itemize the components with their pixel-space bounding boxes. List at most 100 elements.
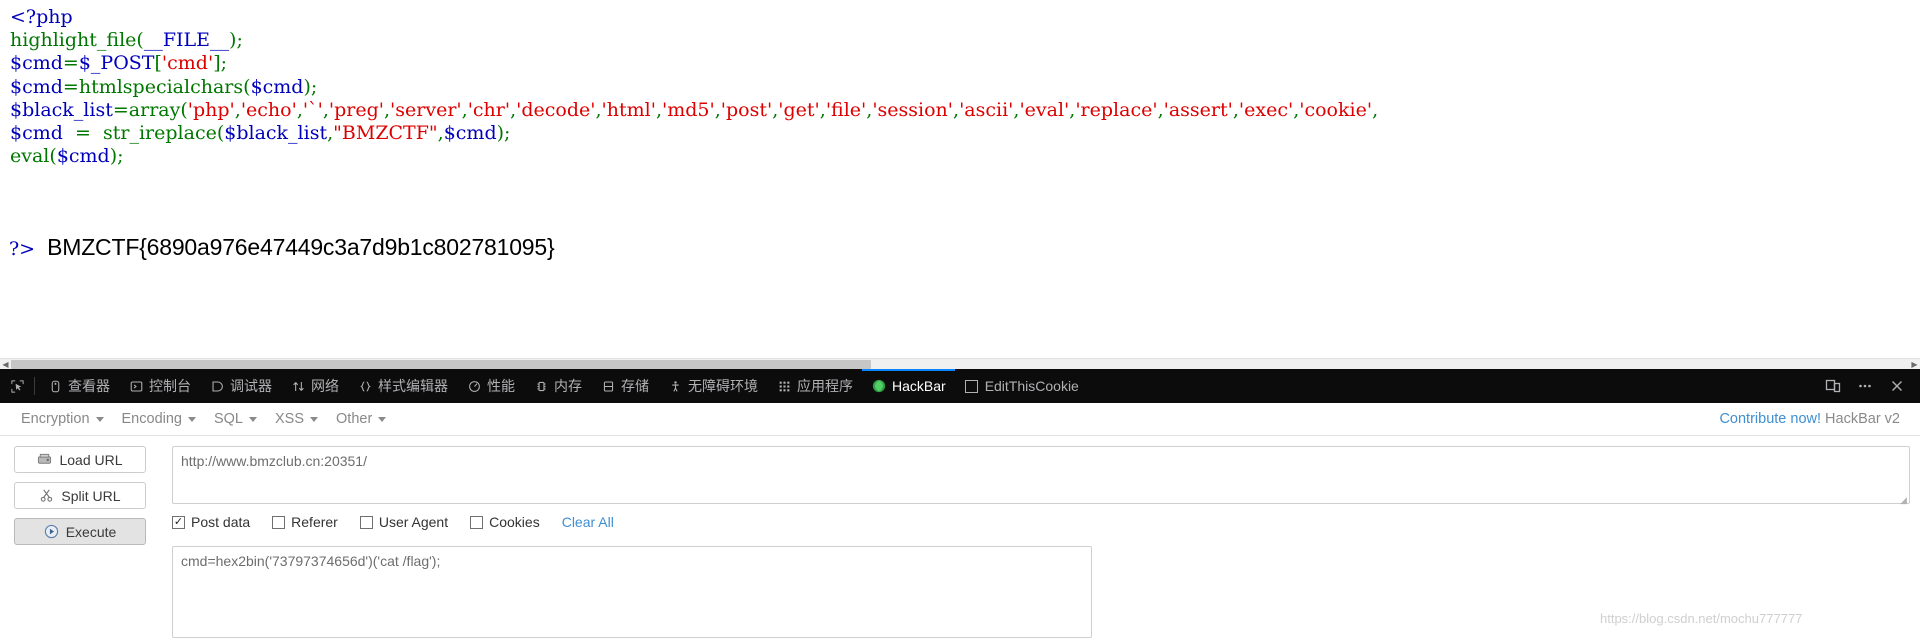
code-token: $_POST — [78, 52, 155, 75]
tab-editthiscookie[interactable]: EditThisCookie — [955, 369, 1088, 403]
toolbar-divider — [34, 377, 35, 395]
tab-performance[interactable]: 性能 — [457, 369, 524, 403]
code-token: ( — [49, 145, 57, 168]
tab-label: 调试器 — [230, 378, 272, 394]
menu-label: Encoding — [121, 411, 182, 427]
menu-sql[interactable]: SQL — [205, 408, 266, 430]
tab-hackbar[interactable]: HackBar — [862, 369, 955, 403]
code-token: $cmd — [56, 145, 110, 168]
code-token: eval — [10, 145, 50, 168]
code-token: ; — [117, 145, 124, 168]
code-token: 'php' — [187, 98, 235, 121]
code-token: 'get' — [778, 98, 820, 121]
tab-label: 内存 — [554, 378, 582, 394]
option-label: Cookies — [489, 514, 540, 530]
code-token: $cmd — [10, 122, 63, 145]
scroll-right-arrow-icon[interactable]: ▶ — [1909, 359, 1920, 369]
code-line: eval($cmd); — [10, 145, 1378, 168]
option-post-data[interactable]: ✓ Post data — [172, 514, 250, 530]
php-close-tag: ?> — [9, 238, 36, 260]
scroll-left-arrow-icon[interactable]: ◀ — [0, 359, 11, 369]
tab-console[interactable]: 控制台 — [119, 369, 200, 403]
tab-application[interactable]: 应用程序 — [767, 369, 862, 403]
tab-label: 性能 — [487, 378, 515, 394]
scrollbar-thumb[interactable] — [11, 360, 871, 369]
code-token: 'eval' — [1019, 98, 1070, 121]
load-url-button[interactable]: Load URL — [14, 446, 146, 473]
url-input[interactable] — [172, 446, 1910, 504]
element-picker-icon — [10, 379, 24, 393]
url-resize-handle[interactable]: ◢ — [1900, 496, 1909, 505]
chevron-down-icon — [249, 416, 257, 422]
menu-other[interactable]: Other — [327, 408, 395, 430]
code-token: 'server' — [390, 98, 462, 121]
code-token: ) — [303, 75, 311, 98]
more-options-button[interactable] — [1850, 369, 1880, 403]
tab-style-editor[interactable]: 样式编辑器 — [348, 369, 457, 403]
code-token: 'echo' — [240, 98, 297, 121]
code-token: __FILE__ — [143, 29, 230, 52]
flag-text: BMZCTF{6890a976e47449c3a7d9b1c802781095} — [47, 234, 555, 260]
code-line: $cmd=htmlspecialchars($cmd); — [10, 76, 1378, 99]
tab-label: 样式编辑器 — [378, 378, 448, 394]
option-label: Post data — [191, 514, 251, 530]
chevron-down-icon — [95, 416, 104, 422]
code-token: $cmd — [443, 122, 497, 145]
contribute-link[interactable]: Contribute now! — [1719, 411, 1821, 427]
post-data-input[interactable] — [172, 546, 1092, 638]
referer-checkbox[interactable] — [272, 515, 286, 529]
code-token: 'preg' — [328, 98, 384, 121]
tab-inspector[interactable]: 查看器 — [38, 369, 119, 403]
responsive-design-mode-button[interactable] — [1818, 369, 1848, 403]
code-token: = — [62, 75, 79, 98]
close-devtools-button[interactable] — [1882, 369, 1912, 403]
option-referer[interactable]: Referer — [272, 514, 338, 530]
clear-all-link[interactable]: Clear All — [562, 514, 614, 530]
console-icon — [128, 378, 144, 394]
split-url-button[interactable]: Split URL — [14, 482, 146, 509]
tab-storage[interactable]: 存储 — [591, 369, 658, 403]
element-picker-button[interactable] — [0, 369, 34, 403]
accessibility-icon — [667, 378, 683, 394]
code-token: ( — [180, 98, 188, 121]
code-token: 'md5' — [662, 98, 715, 121]
code-token: 'post' — [720, 98, 773, 121]
hackbar-panel: Encryption Encoding SQL XSS Other Contri… — [0, 403, 1920, 643]
code-token: htmlspecialchars — [78, 75, 244, 98]
code-token: 'assert' — [1163, 98, 1233, 121]
code-token: ; — [504, 122, 511, 145]
option-label: User Agent — [378, 514, 449, 530]
option-user-agent[interactable]: User Agent — [359, 514, 449, 530]
play-icon — [44, 524, 60, 540]
post-data-checkbox[interactable]: ✓ — [172, 515, 185, 529]
user-agent-checkbox[interactable] — [359, 515, 373, 529]
page-horizontal-scrollbar[interactable]: ◀ ▶ — [0, 358, 1920, 369]
option-cookies[interactable]: Cookies — [470, 514, 540, 530]
code-line: highlight_file(__FILE__); — [10, 29, 1378, 52]
hackbar-version-label: HackBar v2 — [1825, 411, 1900, 427]
menu-encoding[interactable]: Encoding — [113, 408, 205, 430]
browser-page-content: <?php highlight_file(__FILE__); $cmd=$_POS… — [0, 0, 1920, 369]
execute-button[interactable]: Execute — [14, 518, 146, 545]
code-line: $cmd = str_ireplace($black_list,"BMZCTF"… — [10, 122, 1378, 145]
code-line: <?php — [10, 6, 1378, 29]
code-token: $black_list — [224, 122, 328, 145]
button-label: Split URL — [61, 487, 121, 504]
tab-memory[interactable]: 内存 — [524, 369, 591, 403]
tab-debugger[interactable]: 调试器 — [200, 369, 281, 403]
menu-xss[interactable]: XSS — [266, 408, 327, 430]
hackbar-action-buttons: Load URL Split URL Execute — [14, 446, 146, 545]
code-token: $cmd — [10, 75, 63, 98]
menu-encryption[interactable]: Encryption — [12, 408, 113, 430]
tab-network[interactable]: 网络 — [281, 369, 348, 403]
code-token: <?php — [10, 6, 73, 28]
close-icon — [1892, 381, 1902, 391]
button-label: Load URL — [59, 451, 123, 468]
cookies-checkbox[interactable] — [470, 515, 484, 529]
tab-accessibility[interactable]: 无障碍环境 — [658, 369, 767, 403]
code-token: ; — [220, 52, 228, 75]
code-token: 'chr' — [467, 98, 511, 121]
code-token: highlight_file — [10, 29, 137, 52]
code-token: ; — [310, 75, 318, 98]
cookie-checkbox-icon — [964, 378, 980, 394]
